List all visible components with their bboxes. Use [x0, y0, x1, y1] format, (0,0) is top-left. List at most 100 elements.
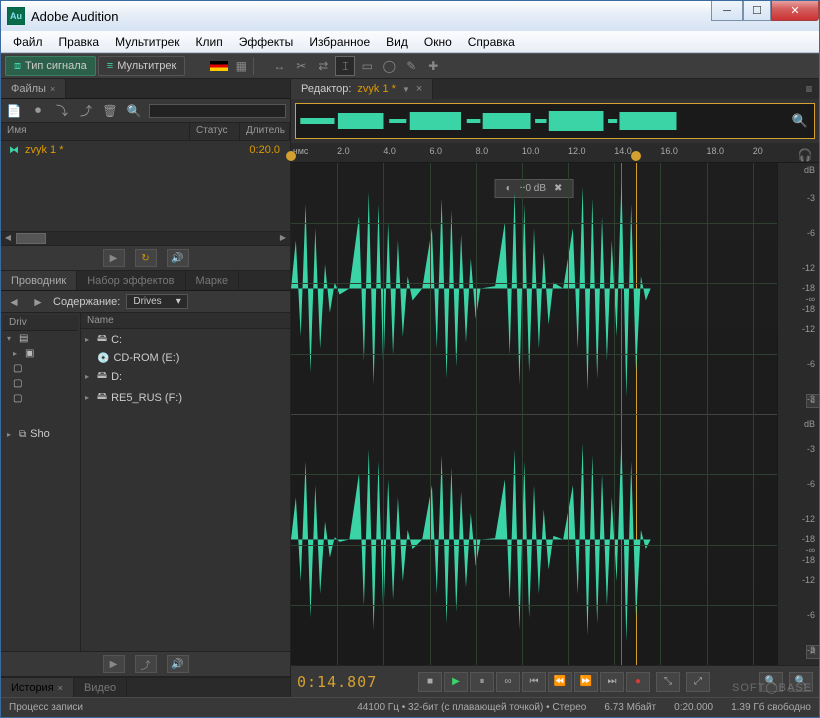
nav-back-icon[interactable]: ◄ — [5, 293, 23, 311]
skip-back-button[interactable]: ⏮ — [522, 672, 546, 692]
folder-dropdown[interactable]: Drives ▾ — [126, 294, 187, 309]
db-tick: -3 — [807, 193, 815, 203]
headphones-icon[interactable]: 🎧 — [795, 145, 815, 165]
record-file-icon[interactable]: ⏺ — [29, 102, 47, 120]
zoom-out-button[interactable]: ⤡ — [656, 672, 680, 692]
in-marker[interactable] — [286, 151, 296, 161]
col-name[interactable]: Имя — [1, 123, 190, 140]
browser-tab-markers[interactable]: Марке — [186, 271, 240, 290]
drive-item[interactable]: 💿CD-ROM (E:) — [81, 350, 290, 366]
audio-file-icon: ⧓ — [9, 145, 19, 156]
menu-clip[interactable]: Клип — [188, 33, 231, 51]
waveform-editor[interactable]: ◐ +0 dB ✖ — [291, 163, 819, 665]
scroll-left-icon[interactable]: ◀ — [1, 232, 15, 245]
db-tick: -6 — [807, 610, 815, 620]
insert-icon[interactable]: ⤴ — [77, 102, 95, 120]
tree-item[interactable]: ▸▣ — [3, 346, 78, 361]
minimize-button[interactable]: ─ — [711, 1, 743, 21]
browser-tab-explorer[interactable]: Проводник — [1, 271, 77, 290]
preview-autoplay-button[interactable]: 🔊 — [167, 249, 189, 267]
browser-play-button[interactable]: ▶ — [103, 655, 125, 673]
pause-button[interactable]: ⏸ — [470, 672, 494, 692]
loop-button[interactable]: ∞ — [496, 672, 520, 692]
scroll-right-icon[interactable]: ▶ — [276, 232, 290, 245]
preview-loop-button[interactable]: ↻ — [135, 249, 157, 267]
multitrack-icon: ≡ — [107, 60, 113, 72]
col-duration[interactable]: Длитель — [240, 123, 290, 140]
files-hscroll[interactable]: ◀ ▶ — [1, 231, 290, 245]
close-button[interactable]: ✕ — [771, 1, 819, 21]
open-file-icon[interactable]: 📄 — [5, 102, 23, 120]
db-tick: -3 — [807, 645, 815, 655]
close-icon[interactable]: × — [50, 84, 55, 94]
zoom-reset-button[interactable]: ⤢ — [686, 672, 710, 692]
spectral-icon[interactable]: ▦ — [231, 56, 251, 76]
panel-menu-icon[interactable]: ≡ — [799, 79, 819, 99]
forward-button[interactable]: ⏩ — [574, 672, 598, 692]
chevron-down-icon[interactable]: ▼ — [402, 85, 410, 94]
multitrack-mode-button[interactable]: ≡ Мультитрек — [98, 56, 186, 76]
razor-tool-icon[interactable]: ✂ — [291, 56, 311, 76]
tree-item[interactable]: ▾▤ — [3, 331, 78, 346]
status-diskfree: 1.39 Гб свободно — [731, 702, 811, 713]
waveform-mode-button[interactable]: ⧈ Тип сигнала — [5, 56, 96, 76]
db-tick: -18 — [802, 283, 815, 293]
stop-button[interactable]: ■ — [418, 672, 442, 692]
menu-multitrack[interactable]: Мультитрек — [107, 33, 187, 51]
tree-left-header[interactable]: Driv — [3, 315, 78, 331]
menu-view[interactable]: Вид — [378, 33, 416, 51]
lasso-tool-icon[interactable]: ◯ — [379, 56, 399, 76]
tree-right-header[interactable]: Name — [81, 313, 290, 329]
marquee-tool-icon[interactable]: ▭ — [357, 56, 377, 76]
files-toolbar: 📄 ⏺ ⤵ ⤴ 🗑 🔍 — [1, 99, 290, 123]
browser-tab-effects[interactable]: Набор эффектов — [77, 271, 185, 290]
menu-help[interactable]: Справка — [460, 33, 523, 51]
history-tab[interactable]: История× — [1, 678, 74, 697]
titlebar[interactable]: Au Adobe Audition ─ ☐ ✕ — [1, 1, 819, 31]
tree-item[interactable]: ▢ — [3, 361, 78, 376]
menu-favorites[interactable]: Избранное — [301, 33, 378, 51]
playhead-marker[interactable] — [631, 151, 641, 161]
menu-file[interactable]: Файл — [5, 33, 51, 51]
video-tab[interactable]: Видео — [74, 678, 127, 697]
browser-import-button[interactable]: ⤴ — [135, 655, 157, 673]
editor-tab[interactable]: Редактор: zvyk 1 * ▼ × — [291, 79, 433, 99]
delete-icon[interactable]: 🗑 — [101, 102, 119, 120]
tree-item[interactable]: ▢ — [3, 376, 78, 391]
db-tick: -6 — [807, 479, 815, 489]
play-button[interactable]: ▶ — [444, 672, 468, 692]
move-tool-icon[interactable]: ↔ — [269, 56, 289, 76]
drive-item[interactable]: ▸🖴D: — [81, 366, 290, 387]
record-button[interactable]: ● — [626, 672, 650, 692]
tree-item-shortcuts[interactable]: ▸⧉Sho — [3, 426, 78, 442]
files-tab[interactable]: Файлы× — [1, 79, 66, 98]
time-ruler[interactable]: чмс 2.04.06.08.010.012.014.016.018.020 🎧 — [291, 143, 819, 163]
flag-de-icon[interactable] — [209, 56, 229, 76]
drive-item[interactable]: ▸🖴RE5_RUS (F:) — [81, 387, 290, 408]
overview-waveform[interactable]: 🔍 — [295, 103, 815, 139]
slip-tool-icon[interactable]: ⇄ — [313, 56, 333, 76]
skip-fwd-button[interactable]: ⏭ — [600, 672, 624, 692]
timecode[interactable]: 0:14.807 — [297, 673, 412, 691]
menu-window[interactable]: Окно — [416, 33, 460, 51]
browser-autoplay-button[interactable]: 🔊 — [167, 655, 189, 673]
rewind-button[interactable]: ⏪ — [548, 672, 572, 692]
scroll-thumb[interactable] — [16, 233, 46, 244]
col-status[interactable]: Статус — [190, 123, 240, 140]
tree-item[interactable]: ▢ — [3, 391, 78, 406]
maximize-button[interactable]: ☐ — [743, 1, 771, 21]
nav-fwd-icon[interactable]: ► — [29, 293, 47, 311]
search-input[interactable] — [149, 104, 286, 118]
brush-tool-icon[interactable]: ✎ — [401, 56, 421, 76]
zoom-icon[interactable]: 🔍 — [792, 113, 808, 129]
import-icon[interactable]: ⤵ — [53, 102, 71, 120]
menu-edit[interactable]: Правка — [51, 33, 108, 51]
menu-effects[interactable]: Эффекты — [231, 33, 302, 51]
time-select-tool-icon[interactable]: 𝙸 — [335, 56, 355, 76]
heal-tool-icon[interactable]: ✚ — [423, 56, 443, 76]
close-icon[interactable]: × — [416, 83, 422, 95]
preview-play-button[interactable]: ▶ — [103, 249, 125, 267]
drive-item[interactable]: ▸🖴C: — [81, 329, 290, 350]
file-row[interactable]: ⧓ zvyk 1 * 0:20.0 — [1, 141, 290, 159]
search-icon[interactable]: 🔍 — [125, 102, 143, 120]
